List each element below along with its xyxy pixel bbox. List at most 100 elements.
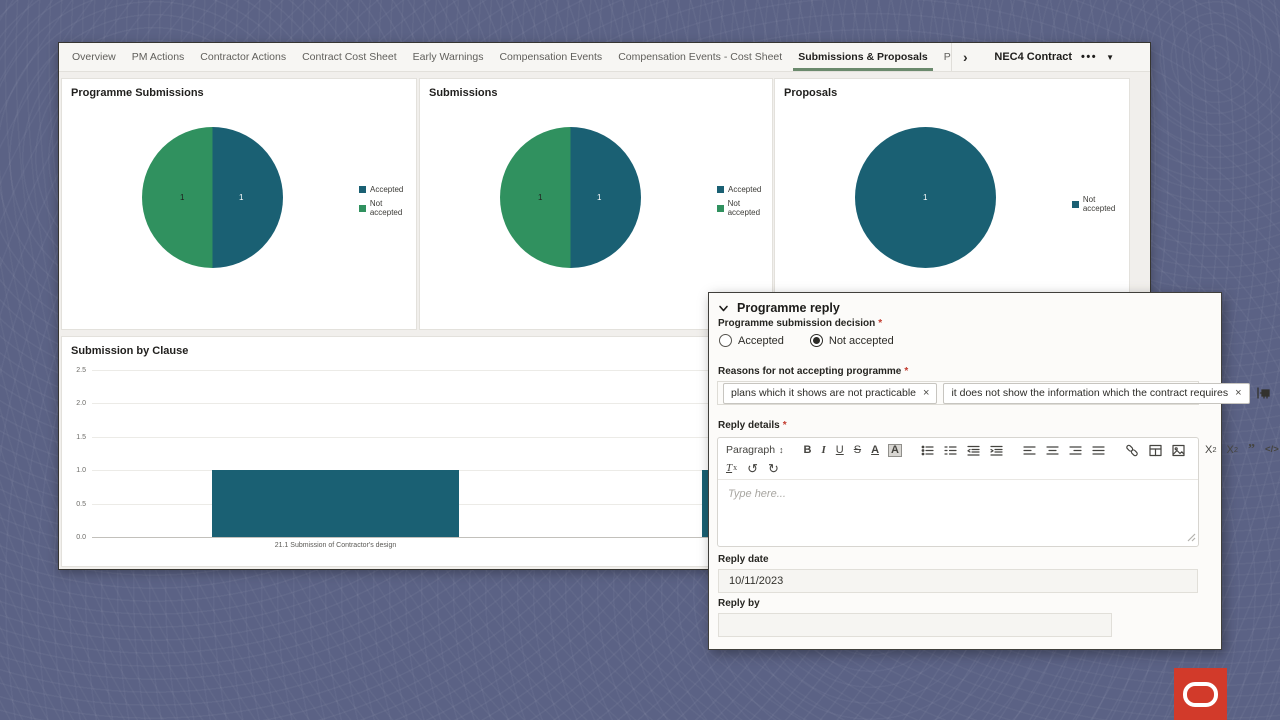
redo-icon[interactable]: ↻ — [768, 462, 779, 475]
insert-image-icon[interactable] — [1172, 444, 1185, 457]
clear-formatting-icon[interactable]: Tx — [726, 463, 737, 474]
reply-by-input[interactable] — [718, 613, 1112, 637]
tab-contractor-actions[interactable]: Contractor Actions — [192, 43, 294, 71]
chip-remove-icon[interactable]: × — [923, 387, 929, 399]
legend-item-not-accepted[interactable]: Not accepted — [359, 199, 416, 217]
strikethrough-button[interactable]: S — [854, 445, 861, 456]
y-axis-tick: 0.5 — [62, 501, 86, 508]
y-axis-tick: 2.0 — [62, 400, 86, 407]
reply-details-textarea[interactable]: Type here... — [718, 480, 1198, 549]
reply-by-field-label: Reply by — [718, 598, 760, 609]
legend-label: Accepted — [728, 185, 761, 194]
tab-early-warnings[interactable]: Early Warnings — [405, 43, 492, 71]
text-color-button[interactable]: A — [871, 445, 879, 456]
chart-legend: Accepted Not accepted — [717, 185, 772, 217]
highlight-color-button[interactable]: A — [889, 445, 901, 456]
decision-radio-group: Accepted Not accepted — [719, 334, 894, 347]
pie-chart-proposals[interactable]: 1 — [855, 127, 996, 268]
justify-icon[interactable] — [1092, 444, 1105, 457]
desktop-background: Overview PM Actions Contractor Actions C… — [0, 0, 1280, 720]
card-programme-submissions: Programme Submissions 1 1 Accepted Not a… — [61, 78, 417, 330]
blockquote-icon[interactable]: ” — [1248, 443, 1255, 457]
chip-text: plans which it shows are not practicable — [731, 387, 916, 399]
underline-button[interactable]: U — [836, 445, 844, 456]
legend-label: Not accepted — [728, 199, 772, 217]
reason-chip[interactable]: it does not show the information which t… — [943, 383, 1249, 404]
chart-legend: Accepted Not accepted — [359, 185, 416, 217]
paragraph-caret-icon: ↕ — [779, 446, 784, 455]
radio-label: Not accepted — [829, 335, 894, 347]
radio-unselected-icon[interactable] — [719, 334, 732, 347]
decision-field-label: Programme submission decision* — [718, 318, 882, 329]
bar-21-1-submission[interactable] — [212, 470, 459, 537]
pie-value-not-accepted: 1 — [923, 193, 927, 202]
pie-chart-submissions[interactable]: 1 1 — [500, 127, 641, 268]
contract-dropdown-caret-icon[interactable]: ▼ — [1106, 53, 1114, 62]
align-right-icon[interactable] — [1069, 444, 1082, 457]
tab-submissions-proposals[interactable]: Submissions & Proposals — [790, 43, 936, 71]
required-marker: * — [904, 366, 908, 377]
dialog-title: Programme reply — [737, 301, 840, 315]
pie-value-not-accepted: 1 — [180, 193, 184, 202]
chart-title: Proposals — [784, 87, 837, 99]
textarea-placeholder: Type here... — [728, 488, 786, 500]
tab-overflow-chevron-icon[interactable]: › — [952, 43, 978, 71]
insert-table-icon[interactable] — [1149, 444, 1162, 457]
paragraph-style-dropdown[interactable]: Paragraph ↕ — [726, 445, 784, 456]
chart-title: Submission by Clause — [71, 345, 188, 357]
programme-reply-dialog: Programme reply Programme submission dec… — [708, 292, 1222, 650]
pie-value-not-accepted: 1 — [538, 193, 542, 202]
radio-selected-icon[interactable] — [810, 334, 823, 347]
indent-icon[interactable] — [990, 444, 1003, 457]
oracle-o-icon — [1183, 682, 1218, 707]
chip-text: it does not show the information which t… — [951, 387, 1228, 399]
collapse-chevron-icon[interactable] — [718, 303, 729, 314]
legend-label: Not accepted — [1083, 195, 1129, 213]
chip-remove-icon[interactable]: × — [1235, 387, 1241, 399]
chart-title: Submissions — [429, 87, 497, 99]
tab-pm-actions[interactable]: PM Actions — [124, 43, 193, 71]
dialog-header: Programme reply — [718, 301, 840, 315]
reply-date-field-label: Reply date — [718, 554, 769, 565]
legend-item-not-accepted[interactable]: Not accepted — [1072, 195, 1129, 213]
legend-item-accepted[interactable]: Accepted — [359, 185, 416, 194]
align-center-icon[interactable] — [1046, 444, 1059, 457]
align-left-icon[interactable] — [1023, 444, 1036, 457]
pie-chart-programme-submissions[interactable]: 1 1 — [142, 127, 283, 268]
select-from-list-icon[interactable] — [1256, 383, 1271, 403]
legend-item-accepted[interactable]: Accepted — [717, 185, 772, 194]
reasons-chips-field[interactable]: plans which it shows are not practicable… — [717, 381, 1199, 405]
legend-label: Accepted — [370, 185, 403, 194]
tab-overview[interactable]: Overview — [64, 43, 124, 71]
subscript-button[interactable]: X2 — [1205, 445, 1217, 456]
code-view-icon[interactable]: </> — [1265, 445, 1279, 455]
legend-item-not-accepted[interactable]: Not accepted — [717, 199, 772, 217]
reasons-field-label: Reasons for not accepting programme* — [718, 366, 908, 377]
legend-swatch-teal — [359, 186, 366, 193]
legend-swatch-teal — [1072, 201, 1079, 208]
tab-contract-cost-sheet[interactable]: Contract Cost Sheet — [294, 43, 405, 71]
bold-button[interactable]: B — [804, 445, 812, 456]
required-marker: * — [783, 420, 787, 431]
resize-handle-icon[interactable] — [1187, 529, 1196, 547]
tab-compensation-events[interactable]: Compensation Events — [491, 43, 610, 71]
y-axis-tick: 1.0 — [62, 467, 86, 474]
tab-bar: Overview PM Actions Contractor Actions C… — [59, 43, 1150, 72]
tab-proposals-cost-sheet[interactable]: Proposals - Cost Sheet — [936, 43, 952, 71]
bullet-list-icon[interactable] — [921, 444, 934, 457]
reply-details-field-label: Reply details* — [718, 420, 787, 431]
undo-icon[interactable]: ↺ — [747, 462, 758, 475]
insert-link-icon[interactable] — [1125, 444, 1139, 457]
reason-chip[interactable]: plans which it shows are not practicable… — [723, 383, 937, 404]
superscript-button[interactable]: X2 — [1227, 445, 1239, 456]
outdent-icon[interactable] — [967, 444, 980, 457]
reply-date-input[interactable]: 10/11/2023 — [718, 569, 1198, 593]
more-actions-icon[interactable]: ••• — [1081, 51, 1097, 63]
radio-label: Accepted — [738, 335, 784, 347]
radio-option-accepted[interactable]: Accepted — [719, 334, 784, 347]
tab-compensation-events-cost-sheet[interactable]: Compensation Events - Cost Sheet — [610, 43, 790, 71]
italic-button[interactable]: I — [822, 445, 826, 456]
radio-option-not-accepted[interactable]: Not accepted — [810, 334, 894, 347]
rich-text-editor: Paragraph ↕ B I U S A A — [717, 437, 1199, 547]
numbered-list-icon[interactable] — [944, 444, 957, 457]
